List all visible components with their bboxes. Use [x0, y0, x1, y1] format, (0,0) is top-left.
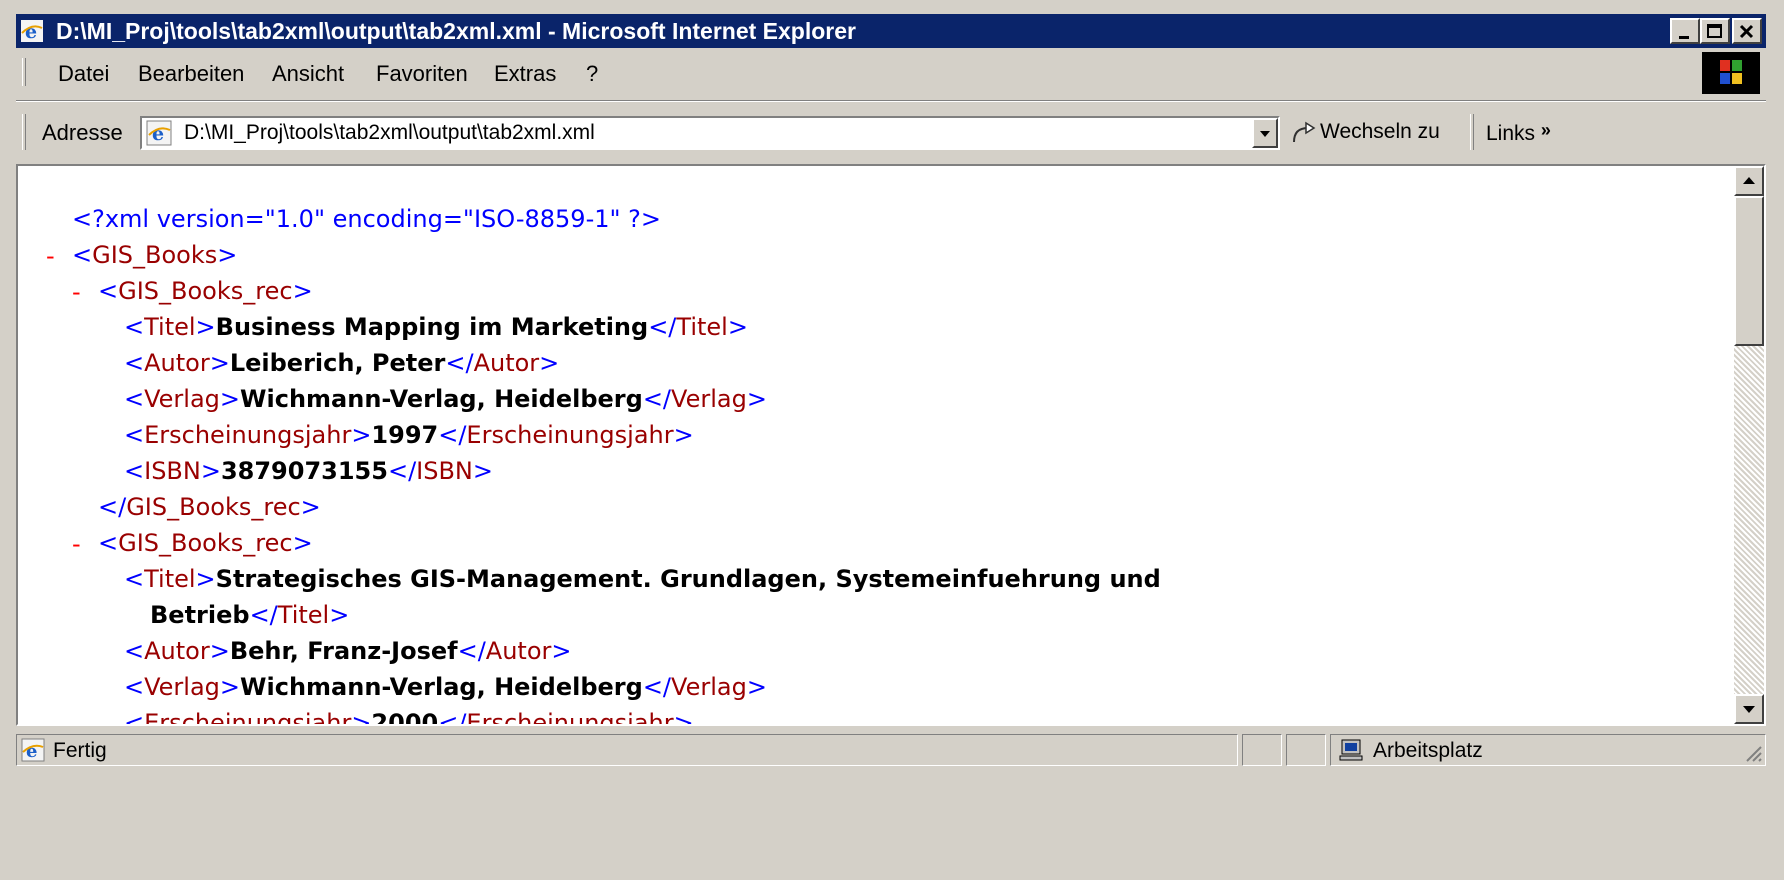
- toolbar-grip[interactable]: [22, 58, 26, 86]
- xml-tree: <?xml version="1.0" encoding="ISO-8859-1…: [18, 166, 1730, 724]
- collapse-toggle-record-2[interactable]: -: [72, 530, 81, 558]
- scroll-down-button[interactable]: [1734, 694, 1764, 724]
- resize-grip-icon[interactable]: [1743, 743, 1763, 763]
- xml-declaration: <?xml version="1.0" encoding="ISO-8859-1…: [72, 205, 662, 233]
- go-arrow-icon: [1293, 121, 1316, 143]
- maximize-icon: [1707, 24, 1722, 38]
- collapse-toggle-root[interactable]: -: [46, 242, 55, 270]
- xml-field: <Erscheinungsjahr>2000</Erscheinungsjahr…: [124, 709, 694, 724]
- address-url: D:\MI_Proj\tools\tab2xml\output\tab2xml.…: [184, 121, 595, 144]
- xml-field: <Autor>Behr, Franz-Josef</Autor>: [124, 637, 572, 665]
- menu-favoriten[interactable]: Favoriten: [376, 61, 468, 87]
- scroll-up-button[interactable]: [1734, 166, 1764, 196]
- address-label: Adresse: [42, 120, 123, 145]
- toolbar-separator: [16, 100, 1766, 102]
- close-button[interactable]: [1732, 18, 1762, 44]
- menu-bearbeiten[interactable]: Bearbeiten: [138, 61, 244, 87]
- svg-text:e: e: [25, 21, 37, 43]
- window-title: D:\MI_Proj\tools\tab2xml\output\tab2xml.…: [56, 18, 856, 44]
- arrow-up-icon: [1743, 177, 1755, 184]
- address-bar: Adresse e D:\MI_Proj\tools\tab2xml\outpu…: [16, 100, 1766, 154]
- title-bar[interactable]: e D:\MI_Proj\tools\tab2xml\output\tab2xm…: [16, 14, 1766, 48]
- menu-datei[interactable]: Datei: [58, 61, 109, 87]
- vertical-scrollbar[interactable]: [1734, 166, 1764, 724]
- xml-field-continuation: Betrieb</Titel>: [150, 601, 350, 629]
- xml-record-close: </GIS_Books_rec>: [98, 493, 321, 521]
- xml-field: <Titel>Business Mapping im Marketing</Ti…: [124, 313, 748, 341]
- xml-field: <Autor>Leiberich, Peter</Autor>: [124, 349, 560, 377]
- ie-page-icon: e: [21, 738, 45, 762]
- xml-field: <Erscheinungsjahr>1997</Erscheinungsjahr…: [124, 421, 694, 449]
- links-label: Links: [1486, 122, 1536, 145]
- scroll-thumb[interactable]: [1734, 196, 1764, 346]
- status-bar: e Fertig Arbeitsplatz: [16, 732, 1766, 770]
- status-text: Fertig: [53, 739, 107, 762]
- xml-record-open: <GIS_Books_rec>: [98, 529, 313, 557]
- arrow-down-icon: [1743, 706, 1755, 713]
- status-panel-3: [1286, 734, 1326, 766]
- svg-text:e: e: [26, 741, 37, 762]
- status-panel-zone: Arbeitsplatz: [1330, 734, 1766, 766]
- xml-root-open: <GIS_Books>: [72, 241, 238, 269]
- xml-field: <ISBN>3879073155</ISBN>: [124, 457, 493, 485]
- go-label: Wechseln zu: [1320, 120, 1440, 143]
- minimize-icon: [1679, 36, 1689, 39]
- menu-help[interactable]: ?: [586, 61, 598, 87]
- windows-flag-icon: [1720, 60, 1742, 84]
- xml-record-open: <GIS_Books_rec>: [98, 277, 313, 305]
- chevron-down-icon: [1260, 131, 1270, 137]
- address-dropdown-button[interactable]: [1252, 118, 1278, 148]
- svg-text:e: e: [152, 123, 164, 145]
- address-input[interactable]: e D:\MI_Proj\tools\tab2xml\output\tab2xm…: [140, 116, 1280, 150]
- minimize-button[interactable]: [1670, 18, 1700, 44]
- zone-text: Arbeitsplatz: [1373, 739, 1483, 762]
- collapse-toggle-record-1[interactable]: -: [72, 278, 81, 306]
- links-grip[interactable]: [1470, 114, 1474, 150]
- xml-field: <Verlag>Wichmann-Verlag, Heidelberg</Ver…: [124, 673, 767, 701]
- menu-bar: Datei Bearbeiten Ansicht Favoriten Extra…: [16, 52, 1766, 94]
- ie-icon: e: [21, 20, 43, 43]
- xml-field: <Verlag>Wichmann-Verlag, Heidelberg</Ver…: [124, 385, 767, 413]
- document-view[interactable]: <?xml version="1.0" encoding="ISO-8859-1…: [16, 164, 1766, 726]
- status-panel-main: e Fertig: [16, 734, 1238, 766]
- links-button[interactable]: Links »: [1486, 120, 1551, 146]
- browser-window: e D:\MI_Proj\tools\tab2xml\output\tab2xm…: [0, 0, 1784, 880]
- chevron-right-icon: »: [1540, 120, 1551, 140]
- address-grip[interactable]: [22, 114, 26, 150]
- maximize-button[interactable]: [1700, 18, 1730, 44]
- windows-logo: [1702, 52, 1760, 94]
- close-icon: [1739, 24, 1754, 39]
- computer-icon: [1339, 739, 1363, 761]
- status-panel-2: [1242, 734, 1282, 766]
- xml-field: <Titel>Strategisches GIS-Management. Gru…: [124, 565, 1161, 593]
- page-icon: e: [146, 120, 172, 146]
- menu-ansicht[interactable]: Ansicht: [272, 61, 344, 87]
- menu-extras[interactable]: Extras: [494, 61, 556, 87]
